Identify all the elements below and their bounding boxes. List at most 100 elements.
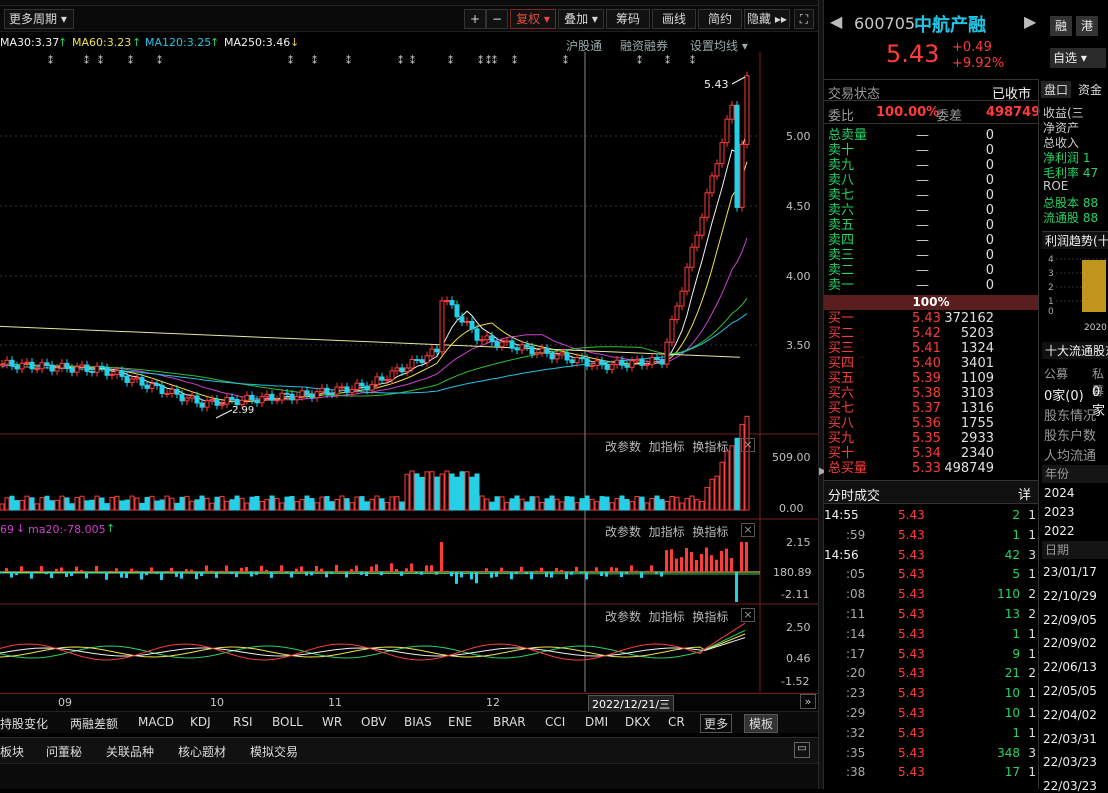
tab-macd[interactable]: MACD <box>138 715 174 729</box>
prev-stock-icon[interactable]: ◀ <box>830 12 842 31</box>
candle-body <box>659 359 665 365</box>
close-icon[interactable]: × <box>741 523 755 537</box>
sell-level-row: 卖八 — 0 <box>824 173 1038 188</box>
tab-cr[interactable]: CR <box>668 715 685 729</box>
date-item[interactable]: 23/01/17 <box>1043 565 1108 579</box>
zoom-out-button[interactable]: − <box>486 9 508 29</box>
tab-kdj[interactable]: KDJ <box>190 715 211 729</box>
draw-line-button[interactable]: 画线 <box>652 9 696 29</box>
tab-brar[interactable]: BRAR <box>493 715 526 729</box>
overlay-dropdown[interactable]: 叠加 ▾ <box>558 9 604 29</box>
switch-indicator-link[interactable]: 换指标 <box>692 440 728 454</box>
tab-dmi[interactable]: DMI <box>585 715 608 729</box>
hk-connect-badge[interactable]: 港 <box>1076 16 1098 36</box>
fullscreen-icon[interactable]: ⛶ <box>794 9 814 29</box>
candle-body <box>494 341 500 347</box>
year-item[interactable]: 2023 <box>1044 505 1075 519</box>
trade-price: 5.43 <box>898 587 925 602</box>
date-item[interactable]: 22/06/13 <box>1043 660 1108 674</box>
ob-volume: 0 <box>985 188 994 203</box>
chip-button[interactable]: 筹码 <box>606 9 650 29</box>
tab-related[interactable]: 关联品种 <box>106 743 154 760</box>
volume-bar <box>144 496 150 511</box>
buy-level-row: 买七 5.37 1316 <box>824 401 1038 416</box>
date-item[interactable]: 22/09/02 <box>1043 636 1108 650</box>
change-params-link[interactable]: 改参数 <box>605 440 641 454</box>
date-item[interactable]: 22/04/02 <box>1043 708 1108 722</box>
date-item[interactable]: 22/09/05 <box>1043 613 1108 627</box>
close-icon[interactable]: × <box>741 438 755 452</box>
tab-dkx[interactable]: DKX <box>625 715 650 729</box>
date-item[interactable]: 22/03/23 <box>1043 755 1108 769</box>
trade-volume: 9 <box>1012 646 1020 661</box>
hide-button[interactable]: 隐藏 ▸▸ <box>744 9 790 29</box>
macd-bar <box>155 572 158 574</box>
year-item[interactable]: 2024 <box>1044 486 1075 500</box>
holder-count-link[interactable]: 股东户数 <box>1044 425 1096 444</box>
tab-sim-trading[interactable]: 模拟交易 <box>250 743 298 760</box>
tab-boll[interactable]: BOLL <box>272 715 303 729</box>
window-icon[interactable]: ▭ <box>794 742 810 758</box>
event-marker-icon: ⁑ <box>157 54 162 67</box>
tab-obv[interactable]: OBV <box>361 715 387 729</box>
ob-price: — <box>916 233 929 248</box>
macd-bar <box>445 571 448 572</box>
candle-body <box>129 378 135 383</box>
close-icon[interactable]: × <box>741 608 755 622</box>
date-item[interactable]: 22/10/29 <box>1043 589 1108 603</box>
tab-ask-secretary[interactable]: 问董秘 <box>46 743 82 760</box>
volume-bar <box>589 498 595 511</box>
tab-wr[interactable]: WR <box>322 715 342 729</box>
ob-price: 5.33 <box>912 461 941 476</box>
volume-bar <box>139 502 145 511</box>
volume-bar <box>554 498 560 511</box>
switch-indicator-link[interactable]: 换指标 <box>692 525 728 539</box>
scroll-right-icon[interactable]: » <box>800 694 816 709</box>
tab-margin-diff[interactable]: 两融差额 <box>70 715 118 732</box>
volume-bar <box>369 498 375 511</box>
date-item[interactable]: 22/03/31 <box>1043 732 1108 746</box>
price-change-pct: +9.92% <box>952 56 1005 71</box>
tab-funds[interactable]: 资金 <box>1075 81 1105 98</box>
switch-indicator-link[interactable]: 换指标 <box>692 610 728 624</box>
watchlist-dropdown[interactable]: 自选 ▾ <box>1050 48 1106 68</box>
x-tick: 11 <box>328 696 342 709</box>
volume-bar <box>659 499 665 511</box>
tab-ene[interactable]: ENE <box>448 715 472 729</box>
tab-cci[interactable]: CCI <box>545 715 565 729</box>
tab-template[interactable]: 模板 <box>744 714 779 733</box>
add-indicator-link[interactable]: 加指标 <box>649 440 685 454</box>
fuquan-dropdown[interactable]: 复权 ▾ <box>510 9 556 29</box>
tab-rsi[interactable]: RSI <box>233 715 253 729</box>
zoom-in-button[interactable]: + <box>464 9 486 29</box>
year-item[interactable]: 2022 <box>1044 524 1075 538</box>
change-params-link[interactable]: 改参数 <box>605 610 641 624</box>
tab-sector[interactable]: 板块 <box>0 743 24 760</box>
date-item[interactable]: 22/03/23 <box>1043 779 1108 793</box>
tab-handicap[interactable]: 盘口 <box>1041 81 1072 98</box>
ob-volume: 1755 <box>960 416 994 431</box>
tab-core-topics[interactable]: 核心题材 <box>178 743 226 760</box>
simple-mode-button[interactable]: 简约 <box>698 9 742 29</box>
add-indicator-link[interactable]: 加指标 <box>649 525 685 539</box>
macd-bar <box>475 572 478 584</box>
margin-badge[interactable]: 融 <box>1050 16 1072 36</box>
candle-body <box>244 394 250 401</box>
holder-info-link[interactable]: 股东情况 <box>1044 405 1096 424</box>
tab-more[interactable]: 更多 <box>700 714 733 733</box>
macd-bar <box>745 542 748 572</box>
trades-detail-button[interactable]: 详 <box>1018 484 1031 503</box>
add-indicator-link[interactable]: 加指标 <box>649 610 685 624</box>
ob-price: 5.43 <box>912 311 941 326</box>
ob-label: 卖三 <box>828 248 855 263</box>
price-change: +0.49 <box>952 40 992 55</box>
volume-bar <box>649 497 655 511</box>
tab-holding-change[interactable]: 持股变化 <box>0 715 48 732</box>
change-params-link[interactable]: 改参数 <box>605 525 641 539</box>
next-stock-icon[interactable]: ▶ <box>1024 12 1036 31</box>
date-item[interactable]: 22/05/05 <box>1043 684 1108 698</box>
candle-body <box>424 355 430 363</box>
period-dropdown[interactable]: 更多周期 ▾ <box>4 9 74 29</box>
tab-bias[interactable]: BIAS <box>404 715 432 729</box>
volume-bar <box>694 499 700 511</box>
